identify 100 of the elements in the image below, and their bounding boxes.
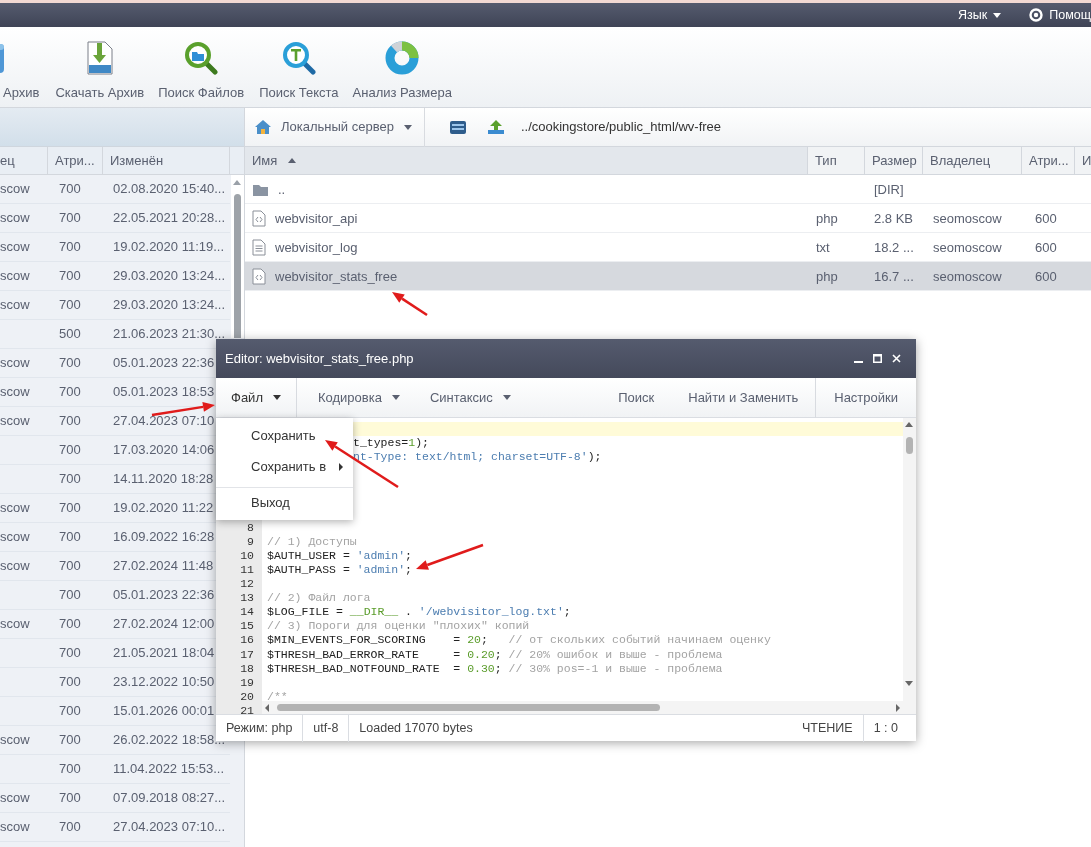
table-cell-text: seomoscow <box>933 238 1002 257</box>
toolbar-button[interactable]: Анализ Размера <box>344 39 460 103</box>
table-cell: 700 <box>59 355 81 371</box>
toolbar-button[interactable]: Поиск <box>601 377 672 418</box>
annotation-arrow <box>151 401 215 417</box>
table-cell-text: 600 <box>1035 267 1057 286</box>
table-cell: scow <box>0 790 30 806</box>
table-cell: 07.09.2018 08:27... <box>113 790 226 806</box>
column-header[interactable]: Имя <box>245 147 808 174</box>
table-cell: 29.03.2020 13:24... <box>113 268 226 284</box>
table-cell: 27.04.2023 07:10 <box>113 413 215 429</box>
table-cell: scow <box>0 732 30 748</box>
table-cell-text: [DIR] <box>874 180 904 199</box>
menu-item[interactable]: Сохранить в <box>216 451 353 482</box>
table-cell: 700 <box>59 819 81 835</box>
table-cell: 700 <box>59 616 81 632</box>
sort-icon <box>288 158 297 163</box>
column-header[interactable]: ец <box>0 147 48 174</box>
line-number: 14 <box>240 605 254 620</box>
line-number: 19 <box>240 675 254 690</box>
folder-icon <box>252 182 269 197</box>
scrollbar-thumb[interactable] <box>234 194 241 338</box>
caret-icon <box>993 12 1002 18</box>
table-cell: scow <box>0 384 30 400</box>
caret-icon <box>272 395 281 400</box>
toolbar-button[interactable]: Поиск Текста <box>251 39 347 103</box>
table-cell: 700 <box>59 732 81 748</box>
table-cell: 700 <box>59 790 81 806</box>
toolbar-button[interactable]: Скачать Архив <box>47 39 153 103</box>
file-row[interactable]: .. [DIR] <box>245 175 1091 204</box>
code-line: // 3) Пороги для оценки "плохих" копий <box>267 619 530 634</box>
menu-button[interactable]: Кодировка <box>296 377 415 418</box>
table-cell: 700 <box>59 587 81 603</box>
text-file-icon <box>252 239 266 256</box>
line-number: 11 <box>240 562 254 578</box>
column-header[interactable]: И <box>1075 147 1091 174</box>
table-cell-text: 16.7 ... <box>874 267 914 286</box>
column-header[interactable]: Атри... <box>48 147 103 174</box>
table-cell: 700 <box>59 268 81 284</box>
table-cell: 500 <box>59 326 81 342</box>
table-cell-text: 600 <box>1035 209 1057 228</box>
table-cell: 02.08.2020 15:40... <box>113 181 226 197</box>
help-menu[interactable]: Помощ <box>1029 3 1091 27</box>
toolbar-button[interactable]: Архив <box>0 39 48 103</box>
table-cell-text: 600 <box>1035 238 1057 257</box>
toolbar-button[interactable]: Настройки <box>816 377 916 418</box>
table-cell: 27.02.2024 12:00 <box>113 616 215 632</box>
toolbar-button[interactable]: Найти и Заменить <box>671 377 816 418</box>
caret-icon <box>502 395 511 400</box>
maximize-icon <box>873 354 882 363</box>
language-menu[interactable]: Язык <box>958 3 1002 27</box>
file-name: webvisitor_stats_free <box>275 267 398 286</box>
code-line: $LOG_FILE = __DIR__ . '/webvisitor_log.txt'; <box>267 605 571 620</box>
menu-item[interactable]: Выход <box>216 487 353 518</box>
submenu-arrow-icon <box>339 462 343 471</box>
table-cell: 29.03.2020 13:24... <box>113 297 226 313</box>
code-file-icon <box>252 210 266 227</box>
table-cell: scow <box>0 500 30 516</box>
pie-chart-icon <box>385 41 420 75</box>
code-line: $THRESH_BAD_ERROR_RATE = 0.20; // 20% ошибок и выше - проблема <box>267 647 723 662</box>
column-header[interactable]: Размер <box>865 147 923 174</box>
table-cell: 700 <box>59 645 81 661</box>
mode-status: ЧТЕНИЕ <box>802 719 853 737</box>
home-icon[interactable] <box>254 119 272 135</box>
code-file-icon <box>252 268 266 285</box>
scrollbar-thumb[interactable] <box>906 437 913 454</box>
table-cell: scow <box>0 268 30 284</box>
table-cell: 27.02.2024 11:48 <box>113 558 214 574</box>
column-header[interactable]: Атри... <box>1022 147 1075 174</box>
upload-icon[interactable] <box>486 119 505 135</box>
column-header[interactable]: Тип <box>808 147 865 174</box>
file-name: webvisitor_api <box>275 209 358 228</box>
scrollbar-track[interactable] <box>231 175 244 338</box>
line-number: 8 <box>247 520 254 535</box>
server-icon[interactable] <box>448 119 467 135</box>
table-cell: scow <box>0 529 30 545</box>
scrollbar-thumb[interactable] <box>277 704 660 711</box>
table-cell: scow <box>0 558 30 574</box>
toolbar-button[interactable]: Поиск Файлов <box>150 39 253 103</box>
menu-button[interactable]: Синтаксис <box>414 377 526 418</box>
table-cell: 21.06.2023 21:30... <box>113 326 226 342</box>
table-cell: 700 <box>59 761 81 777</box>
menu-item[interactable]: Сохранить <box>216 420 353 451</box>
menu-button[interactable]: Файл <box>216 377 297 418</box>
close-icon <box>892 354 901 363</box>
table-cell: 05.01.2023 22:36 <box>113 355 215 371</box>
table-cell: 700 <box>59 471 81 487</box>
code-line: $AUTH_USER = 'admin'; <box>267 548 412 563</box>
column-header[interactable]: Изменён <box>103 147 230 174</box>
table-cell: 22.05.2021 20:28... <box>113 210 226 226</box>
table-cell: 15.01.2026 00:01 <box>113 703 215 719</box>
file-row[interactable]: webvisitor_api php 2.8 KB seomoscow 600 <box>245 204 1091 233</box>
scrollbar-track[interactable] <box>262 701 903 714</box>
table-cell: scow <box>0 181 30 197</box>
server-dropdown[interactable]: Локальный сервер <box>272 108 425 147</box>
code-line: /** <box>267 689 288 704</box>
file-row[interactable]: webvisitor_stats_free php 16.7 ... seomoscow 600 <box>245 262 1091 291</box>
scrollbar-track[interactable] <box>903 418 916 714</box>
column-header[interactable]: Владелец <box>923 147 1022 174</box>
table-cell: 19.02.2020 11:19... <box>113 239 225 255</box>
